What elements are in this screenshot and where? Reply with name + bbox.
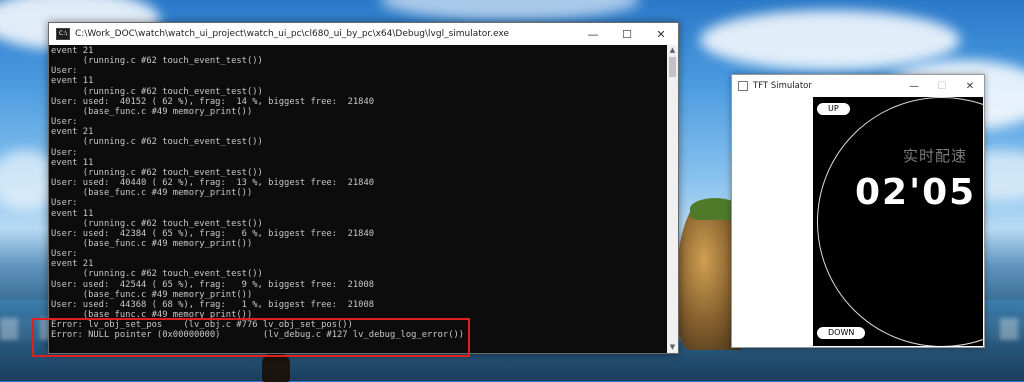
minimize-button[interactable]: — xyxy=(576,23,610,45)
console-line: (running.c #62 touch_event_test()) xyxy=(51,167,263,178)
console-line: User: used: 40440 ( 62 %), frag: 13 %, b… xyxy=(51,178,375,189)
scroll-thumb[interactable] xyxy=(669,57,676,77)
watch-dial-ring xyxy=(817,97,983,346)
cloud xyxy=(380,0,640,20)
console-app-icon: C:\ xyxy=(56,28,70,40)
console-line: User: used: 42544 ( 65 %), frag: 9 %, bi… xyxy=(51,279,375,290)
error-highlight-box xyxy=(32,318,470,357)
tft-titlebar[interactable]: TFT Simulator — ☐ ✕ xyxy=(732,75,984,97)
console-line: (running.c #62 touch_event_test()) xyxy=(51,56,263,67)
console-line: (base_func.c #49 memory_print()) xyxy=(51,188,253,199)
console-line: (base_func.c #49 memory_print()) xyxy=(51,106,253,117)
console-line: (running.c #62 touch_event_test()) xyxy=(51,269,263,280)
close-button[interactable]: ✕ xyxy=(956,75,984,97)
console-line: event 11 xyxy=(51,76,94,87)
app-window-icon xyxy=(738,81,748,91)
console-line: (base_func.c #49 memory_print()) xyxy=(51,238,253,249)
realtime-pace-value: 02'05 xyxy=(855,172,977,213)
console-line: event 11 xyxy=(51,208,94,219)
minimize-button[interactable]: — xyxy=(900,75,928,97)
close-button[interactable]: ✕ xyxy=(644,23,678,45)
console-line: (running.c #62 touch_event_test()) xyxy=(51,218,263,229)
console-line: User: xyxy=(51,117,78,128)
tft-simulator-window[interactable]: TFT Simulator — ☐ ✕ 实时配速 02'05 UP DOWN xyxy=(731,74,985,348)
console-line: User: used: 44368 ( 68 %), frag: 1 %, bi… xyxy=(51,299,375,310)
tft-title: TFT Simulator xyxy=(753,81,812,91)
scroll-up-arrow-icon[interactable]: ▲ xyxy=(667,45,678,56)
console-line: User: xyxy=(51,198,78,209)
console-line: User: used: 40152 ( 62 %), frag: 14 %, b… xyxy=(51,96,375,107)
console-line: event 11 xyxy=(51,157,94,168)
console-output[interactable]: event 21 (running.c #62 touch_event_test… xyxy=(49,45,667,353)
console-line: event 21 xyxy=(51,46,94,56)
down-button[interactable]: DOWN xyxy=(816,326,867,340)
console-line: (running.c #62 touch_event_test()) xyxy=(51,137,263,148)
watch-screen[interactable]: 实时配速 02'05 UP DOWN xyxy=(813,97,983,346)
cloud xyxy=(700,10,960,70)
up-button[interactable]: UP xyxy=(816,102,851,116)
console-line: User: xyxy=(51,249,78,260)
console-line: User: xyxy=(51,66,78,77)
console-line: (running.c #62 touch_event_test()) xyxy=(51,86,263,97)
console-line: event 21 xyxy=(51,127,94,138)
console-line: User: xyxy=(51,147,78,158)
maximize-button: ☐ xyxy=(937,80,947,92)
maximize-button[interactable]: ☐ xyxy=(610,23,644,45)
vertical-scrollbar[interactable]: ▲ ▼ xyxy=(667,45,678,353)
console-line: event 21 xyxy=(51,259,94,270)
tft-client-area: 实时配速 02'05 UP DOWN xyxy=(732,97,984,347)
console-title: C:\Work_DOC\watch\watch_ui_project\watch… xyxy=(75,29,509,39)
console-titlebar[interactable]: C:\ C:\Work_DOC\watch\watch_ui_project\w… xyxy=(49,23,678,45)
console-window[interactable]: C:\ C:\Work_DOC\watch\watch_ui_project\w… xyxy=(48,22,679,354)
scroll-down-arrow-icon[interactable]: ▼ xyxy=(667,342,678,353)
realtime-pace-label: 实时配速 xyxy=(903,147,968,165)
console-line: (base_func.c #49 memory_print()) xyxy=(51,289,253,300)
console-line: User: used: 42384 ( 65 %), frag: 6 %, bi… xyxy=(51,228,375,239)
